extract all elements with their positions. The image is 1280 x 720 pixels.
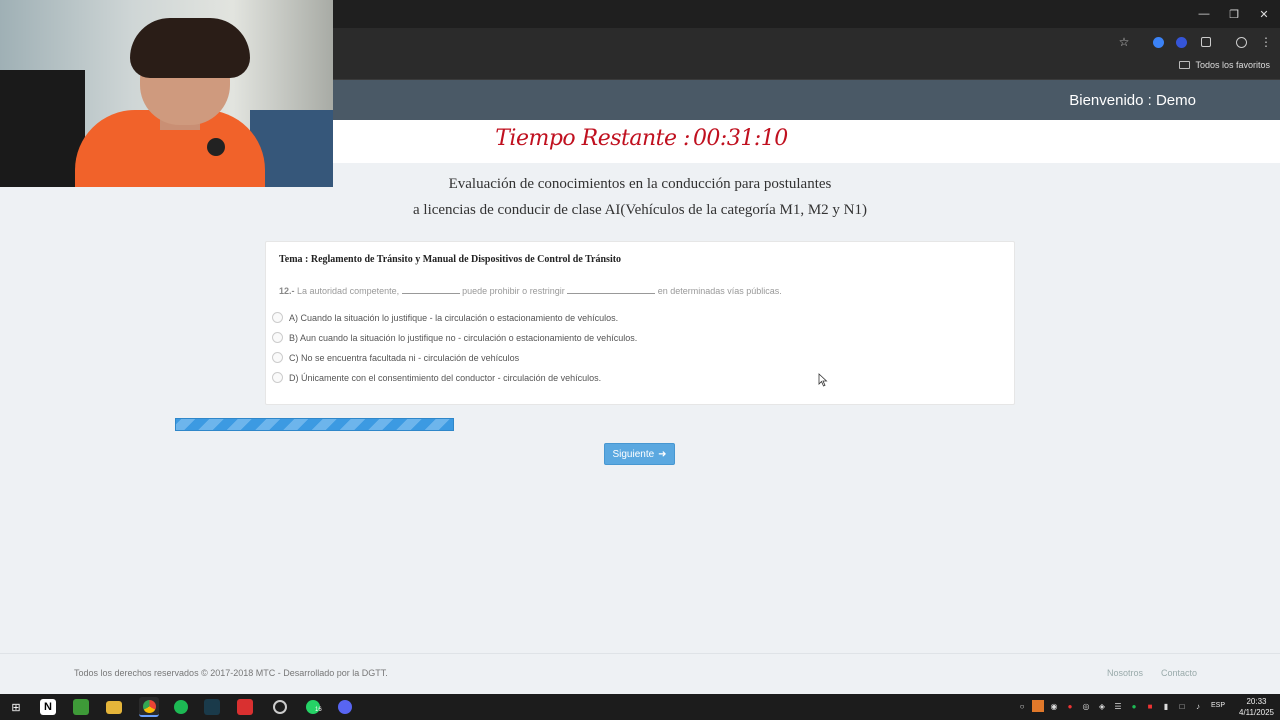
tray-mic-icon[interactable]: ● xyxy=(1064,700,1076,712)
question-number: 12.- xyxy=(279,286,295,296)
obs-icon[interactable] xyxy=(270,697,290,717)
volume-icon[interactable]: ♪ xyxy=(1192,700,1204,712)
option-a-label: A) Cuando la situación lo justifique - l… xyxy=(289,312,619,323)
restore-icon[interactable]: ❐ xyxy=(1218,0,1250,28)
media-app-icon[interactable] xyxy=(237,699,253,715)
network-icon[interactable]: □ xyxy=(1176,700,1188,712)
tray-icon-2[interactable] xyxy=(1032,700,1044,712)
notion-icon[interactable]: N xyxy=(40,699,56,715)
star-icon[interactable]: ☆ xyxy=(1115,33,1133,51)
profile-icon[interactable] xyxy=(1232,33,1250,51)
question-topic: Tema : Reglamento de Tránsito y Manual d… xyxy=(279,254,622,265)
system-clock[interactable]: 20:33 4/11/2025 xyxy=(1239,696,1274,718)
welcome-user: Bienvenido : Demo xyxy=(1069,92,1196,109)
question-text: 12.- La autoridad competente, puede proh… xyxy=(279,286,782,296)
radio-b[interactable] xyxy=(272,332,283,343)
next-button[interactable]: Siguiente ➜ xyxy=(604,443,675,465)
spotify-icon[interactable] xyxy=(171,697,191,717)
exam-title-line2: a licencias de conducir de clase AI(Vehí… xyxy=(413,202,867,218)
option-d-label: D) Únicamente con el consentimiento del … xyxy=(289,372,602,383)
extension-blue2-icon[interactable] xyxy=(1172,33,1190,51)
whatsapp-badge: 16 xyxy=(315,707,322,713)
tray-icon-9[interactable]: ■ xyxy=(1144,700,1156,712)
minecraft-icon[interactable] xyxy=(73,699,89,715)
radio-c[interactable] xyxy=(272,352,283,363)
app-icon[interactable] xyxy=(204,699,220,715)
footer-link-about[interactable]: Nosotros xyxy=(1107,668,1143,678)
tray-icon-1[interactable]: ○ xyxy=(1016,700,1028,712)
tray-icon-7[interactable]: ☰ xyxy=(1112,700,1124,712)
option-d[interactable]: D) Únicamente con el consentimiento del … xyxy=(272,372,601,383)
timer-label: Tiempo Restante : xyxy=(495,126,690,151)
tray-icon-6[interactable]: ◈ xyxy=(1096,700,1108,712)
extension-blue-icon[interactable] xyxy=(1149,33,1167,51)
whatsapp-icon[interactable]: 16 xyxy=(303,697,323,717)
folder-icon xyxy=(1179,61,1191,69)
minimize-icon[interactable]: — xyxy=(1188,0,1220,28)
question-part3: en determinadas vías públicas. xyxy=(657,286,782,296)
footer-copyright: Todos los derechos reservados © 2017-201… xyxy=(74,668,388,678)
screen: — ❐ ✕ ☆ ⋮ Todos los favoritos Bienvenido… xyxy=(0,0,1280,720)
close-icon[interactable]: ✕ xyxy=(1248,0,1280,28)
puzzle-icon[interactable] xyxy=(1197,33,1215,51)
exam-progress-bar xyxy=(175,418,454,431)
arrow-right-icon: ➜ xyxy=(658,448,667,460)
option-a[interactable]: A) Cuando la situación lo justifique - l… xyxy=(272,312,618,323)
menu-dots-icon[interactable]: ⋮ xyxy=(1257,33,1275,51)
option-b-label: B) Aun cuando la situación lo justifique… xyxy=(289,332,638,343)
all-bookmarks-button[interactable]: Todos los favoritos xyxy=(1179,60,1270,70)
question-card: Tema : Reglamento de Tránsito y Manual d… xyxy=(265,241,1015,405)
option-c[interactable]: C) No se encuentra facultada ni - circul… xyxy=(272,352,519,363)
radio-d[interactable] xyxy=(272,372,283,383)
clock-time: 20:33 xyxy=(1246,697,1267,706)
tray-chrome-icon[interactable]: ◎ xyxy=(1080,700,1092,712)
question-part2: puede prohibir o restringir xyxy=(462,286,565,296)
mouse-cursor-icon xyxy=(818,373,828,387)
footer-link-contact[interactable]: Contacto xyxy=(1161,668,1197,678)
next-label: Siguiente xyxy=(612,448,655,460)
question-part1: La autoridad competente, xyxy=(297,286,400,296)
radio-a[interactable] xyxy=(272,312,283,323)
option-c-label: C) No se encuentra facultada ni - circul… xyxy=(289,352,520,363)
discord-icon[interactable] xyxy=(335,697,355,717)
windows-taskbar: ⊞ N 16 ○ ◉ ● ◎ ◈ ☰ ● ■ ▮ □ ♪ ESP 20:33 4… xyxy=(0,694,1280,720)
timer-value: 00:31:10 xyxy=(692,126,788,151)
tray-discord-icon[interactable]: ◉ xyxy=(1048,700,1060,712)
blank-1 xyxy=(401,286,460,294)
clock-date: 4/11/2025 xyxy=(1239,708,1274,717)
tray-microphone-icon[interactable]: ▮ xyxy=(1160,700,1172,712)
option-b[interactable]: B) Aun cuando la situación lo justifique… xyxy=(272,332,637,343)
footer-divider xyxy=(0,653,1280,654)
windows-start-icon[interactable]: ⊞ xyxy=(6,697,26,717)
file-explorer-icon[interactable] xyxy=(106,701,122,714)
blank-2 xyxy=(567,286,656,294)
chrome-icon[interactable] xyxy=(139,697,159,717)
all-bookmarks-label: Todos los favoritos xyxy=(1195,60,1270,70)
webcam-overlay xyxy=(0,0,333,187)
tray-spotify-icon[interactable]: ● xyxy=(1128,700,1140,712)
language-indicator[interactable]: ESP xyxy=(1211,702,1225,709)
